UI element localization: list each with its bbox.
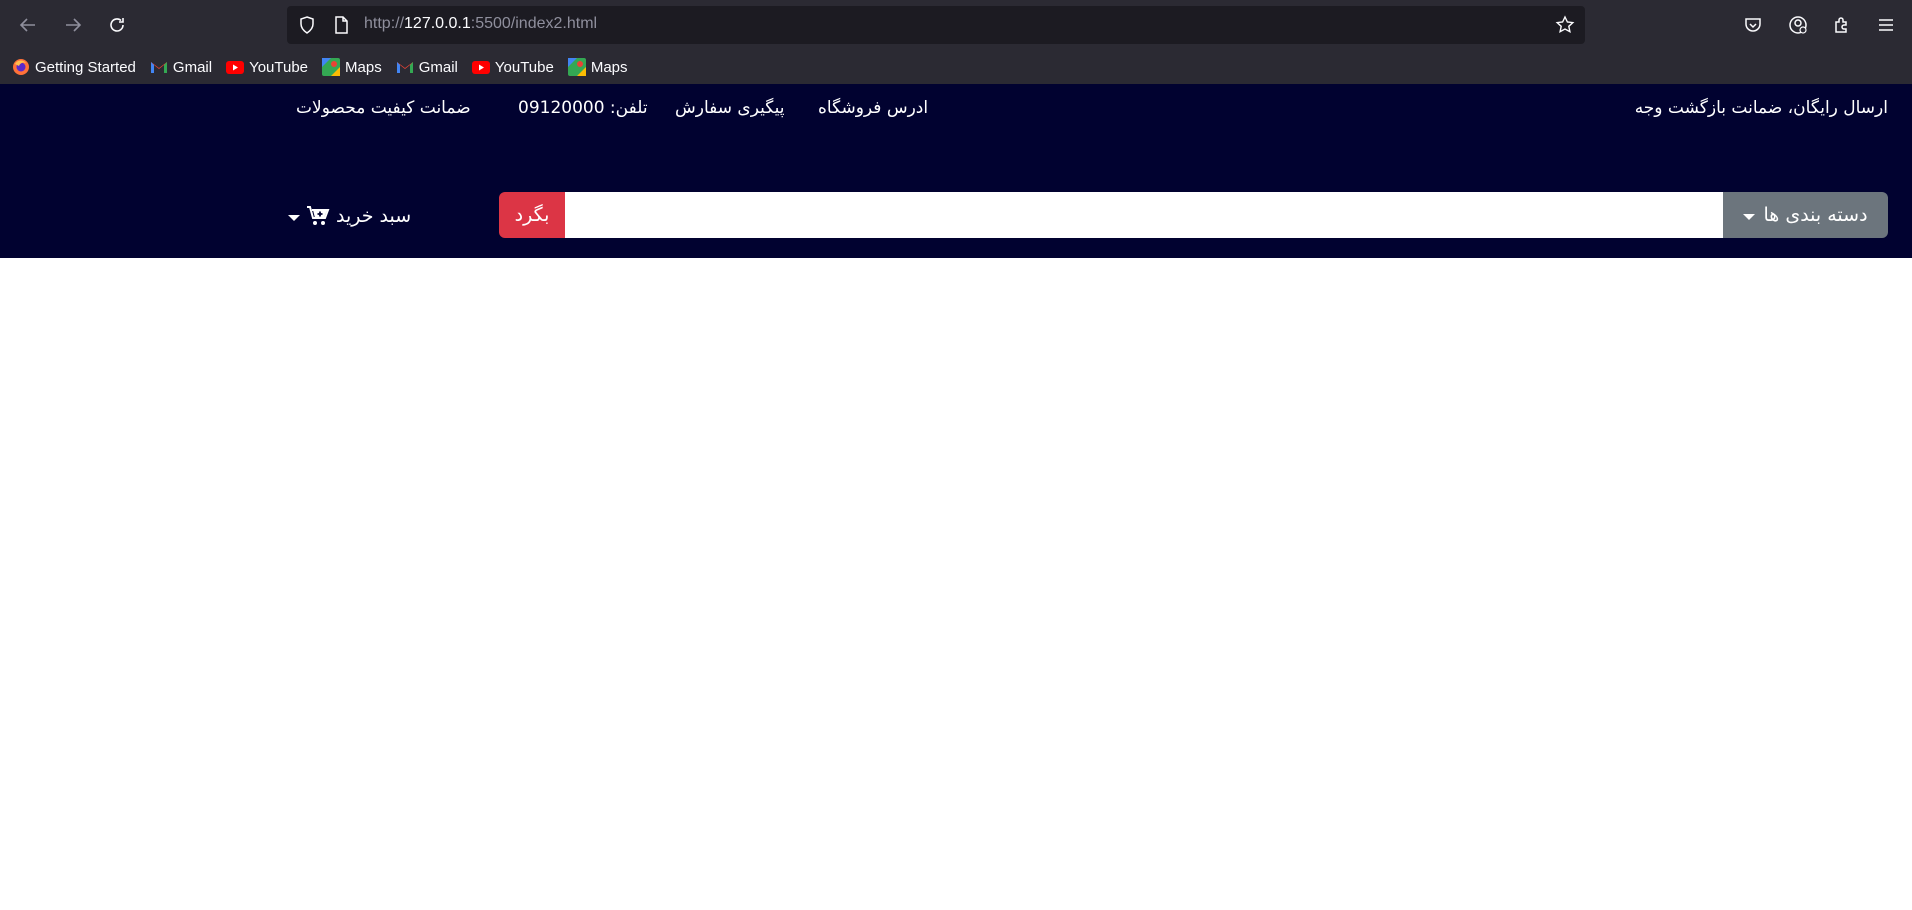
puzzle-icon xyxy=(1835,17,1847,33)
url-host: 127.0.0.1 xyxy=(404,15,471,32)
forward-button[interactable] xyxy=(60,12,86,38)
gmail-icon xyxy=(150,58,168,76)
bookmark-getting-started[interactable]: Getting Started xyxy=(12,55,136,79)
bookmark-youtube[interactable]: YouTube xyxy=(471,55,554,79)
reload-icon xyxy=(110,18,124,32)
categories-label: دسته بندی ها xyxy=(1763,204,1868,226)
youtube-icon xyxy=(226,58,245,76)
maps-icon xyxy=(322,58,341,76)
browser-toolbar: http://127.0.0.1:5500/index2.html xyxy=(0,0,1912,50)
account-button[interactable] xyxy=(1785,12,1811,38)
bookmark-youtube[interactable]: YouTube xyxy=(226,55,308,79)
bookmark-label: YouTube xyxy=(249,58,309,76)
caret-down-icon xyxy=(1743,214,1756,220)
cart-dropdown[interactable]: سبد خرید xyxy=(288,202,411,230)
arrow-right-icon xyxy=(66,18,82,32)
cart-plus-icon xyxy=(306,204,330,228)
reload-button[interactable] xyxy=(104,12,130,38)
cart-label: سبد خرید xyxy=(336,205,412,227)
order-tracking-link[interactable]: پیگیری سفارش xyxy=(675,98,784,118)
youtube-icon xyxy=(471,58,490,76)
promo-text: ارسال رایگان، ضمانت بازگشت وجه xyxy=(1634,98,1888,118)
hamburger-icon xyxy=(1879,19,1893,31)
url-text[interactable]: http://127.0.0.1:5500/index2.html xyxy=(364,15,597,33)
gmail-icon xyxy=(396,58,414,76)
back-button[interactable] xyxy=(15,12,41,38)
bookmark-label: YouTube xyxy=(494,58,554,76)
url-prefix: http:// xyxy=(364,15,405,32)
bookmark-label: Gmail xyxy=(418,58,458,76)
bookmark-maps[interactable]: Maps xyxy=(322,55,382,79)
caret-down-icon xyxy=(288,214,300,221)
bookmark-label: Getting Started xyxy=(35,58,136,76)
page-icon[interactable] xyxy=(331,15,351,35)
shield-icon[interactable] xyxy=(297,15,317,35)
categories-dropdown-button[interactable]: دسته بندی ها xyxy=(1723,192,1888,238)
bookmark-label: Gmail xyxy=(172,58,213,76)
account-icon xyxy=(1789,16,1807,34)
page-body xyxy=(0,258,1912,910)
bookmark-gmail[interactable]: Gmail xyxy=(396,55,458,79)
search-input[interactable] xyxy=(565,192,1723,238)
maps-icon xyxy=(567,58,586,76)
arrow-left-icon xyxy=(19,18,35,32)
top-links: ادرس فروشگاه پیگیری سفارش تلفن: 09120000… xyxy=(0,98,940,124)
search-button[interactable]: بگرد xyxy=(499,192,565,238)
pocket-button[interactable] xyxy=(1740,12,1766,38)
site-header: ارسال رایگان، ضمانت بازگشت وجه ادرس فروش… xyxy=(0,84,1912,258)
bookmarks-bar: Getting Started Gmail YouTube Maps Gmail… xyxy=(0,50,1912,84)
search-bar: دسته بندی ها بگرد xyxy=(499,192,1888,238)
phone-text: تلفن: 09120000 xyxy=(518,98,648,118)
bookmark-gmail[interactable]: Gmail xyxy=(150,55,212,79)
pocket-icon xyxy=(1745,18,1761,32)
quality-guarantee-link[interactable]: ضمانت کیفیت محصولات xyxy=(296,98,471,118)
menu-button[interactable] xyxy=(1873,12,1899,38)
bookmark-maps[interactable]: Maps xyxy=(567,55,628,79)
url-path: :5500/index2.html xyxy=(470,15,598,32)
url-bar[interactable]: http://127.0.0.1:5500/index2.html xyxy=(287,6,1585,44)
bookmark-label: Maps xyxy=(345,58,382,76)
store-address-link[interactable]: ادرس فروشگاه xyxy=(818,98,928,118)
bookmark-label: Maps xyxy=(590,58,628,76)
extensions-button[interactable] xyxy=(1829,12,1855,38)
star-icon[interactable] xyxy=(1555,15,1575,35)
firefox-icon xyxy=(12,58,30,76)
